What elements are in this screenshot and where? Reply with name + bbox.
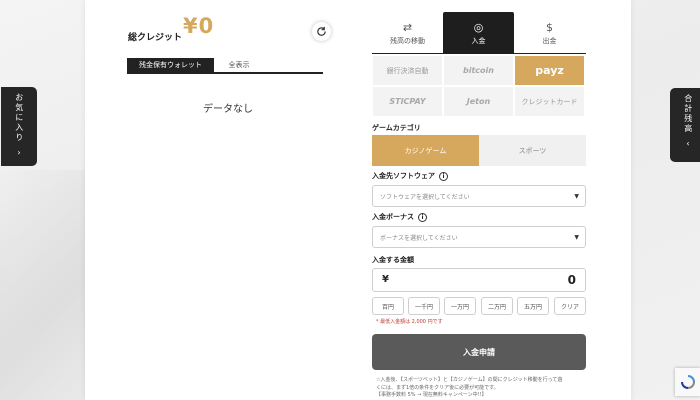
deposit-icon: ◎: [473, 20, 484, 34]
info-icon[interactable]: i: [439, 171, 448, 181]
method-payz[interactable]: payz: [514, 55, 585, 86]
action-tabs: ⇄ 残高の移動 ◎ 入金 $ 出金: [372, 12, 586, 54]
amount-input[interactable]: ¥ 0: [372, 268, 586, 292]
method-bitcoin[interactable]: bitcoin: [443, 55, 514, 86]
total-balance-side-tab[interactable]: 合計残高 ‹: [670, 88, 700, 162]
game-category-label: ゲームカテゴリ: [372, 124, 421, 132]
favorites-label: お気に入り: [14, 93, 24, 143]
footnote-line: くには、まず1倍の条件をクリア後に必要が可能です。: [376, 384, 499, 391]
caret-down-icon: ▼: [574, 193, 579, 200]
quick-amount-50000[interactable]: 五万円: [517, 297, 549, 315]
method-credit-card[interactable]: クレジットカード: [514, 86, 585, 117]
software-placeholder: ソフトウェアを選択してください: [380, 193, 470, 201]
software-label: 入金先ソフトウェア: [372, 172, 435, 180]
software-select[interactable]: ソフトウェアを選択してください ▼: [372, 185, 586, 207]
info-icon[interactable]: i: [418, 212, 427, 222]
footnote-line: 【事務手数料 5% → 現在無料キャンペーン中!!】: [376, 392, 487, 398]
wallet-tabs: 残金保有ウォレット 全表示: [127, 58, 323, 74]
amount-label: 入金する金額: [372, 256, 414, 264]
bonus-label-row: 入金ボーナス i: [372, 212, 427, 222]
game-category-tabs: カジノゲーム スポーツ: [372, 135, 586, 166]
empty-state: データなし: [203, 104, 253, 115]
credit-title: 総クレジット: [128, 33, 183, 43]
clear-button[interactable]: クリア: [554, 297, 586, 315]
recaptcha-icon[interactable]: [675, 368, 700, 396]
amount-value: 0: [567, 273, 576, 287]
credit-amount: ¥0: [183, 14, 215, 38]
quick-amount-buttons: 百円 一千円 一万円 二万円 五万円 クリア: [372, 297, 586, 315]
software-label-row: 入金先ソフトウェア i: [372, 171, 448, 181]
tab-withdraw[interactable]: $ 出金: [514, 12, 585, 54]
total-balance-label: 合計残高: [683, 94, 693, 134]
quick-amount-10000[interactable]: 一万円: [444, 297, 476, 315]
tab-show-all[interactable]: 全表示: [214, 58, 264, 72]
bonus-placeholder: ボーナスを選択してください: [380, 234, 458, 242]
chevron-right-icon: ›: [17, 148, 21, 157]
bonus-label: 入金ボーナス: [372, 213, 414, 221]
tab-held-wallets[interactable]: 残金保有ウォレット: [127, 58, 214, 72]
background-shape: [0, 170, 90, 400]
yen-symbol: ¥: [382, 274, 389, 285]
method-bank-auto[interactable]: 銀行決済自動: [372, 55, 443, 86]
withdraw-icon: $: [546, 20, 553, 34]
transfer-icon: ⇄: [402, 20, 413, 34]
wallet-card: 総クレジット ¥0 残金保有ウォレット 全表示 データなし ⇄ 残高の移動 ◎ …: [85, 0, 631, 400]
category-casino[interactable]: カジノゲーム: [372, 135, 479, 166]
method-sticpay[interactable]: STICPAY: [372, 86, 443, 117]
payment-method-grid: 銀行決済自動 bitcoin payz STICPAY Jeton クレジットカ…: [372, 55, 586, 117]
caret-down-icon: ▼: [574, 234, 579, 241]
chevron-left-icon: ‹: [686, 139, 690, 148]
deposit-footnote: ☆入金後、【スポーツベット】と【カジノゲーム】の間にクレジット移動を行って遊 く…: [376, 377, 590, 400]
method-jeton[interactable]: Jeton: [443, 86, 514, 117]
quick-amount-1000[interactable]: 一千円: [408, 297, 440, 315]
deposit-submit-button[interactable]: 入金申請: [372, 334, 586, 370]
refresh-icon[interactable]: [312, 22, 331, 41]
tab-transfer-label: 残高の移動: [390, 36, 425, 45]
minimum-deposit-note: * 最低入金額は 2,000 円です: [376, 319, 443, 325]
tab-deposit[interactable]: ◎ 入金: [443, 12, 514, 54]
quick-amount-20000[interactable]: 二万円: [481, 297, 513, 315]
bonus-select[interactable]: ボーナスを選択してください ▼: [372, 226, 586, 248]
favorites-side-tab[interactable]: お気に入り ›: [1, 87, 37, 166]
footnote-line: ☆入金後、【スポーツベット】と【カジノゲーム】の間にクレジット移動を行って遊: [376, 377, 563, 383]
tab-withdraw-label: 出金: [542, 36, 557, 45]
tab-deposit-label: 入金: [471, 36, 486, 45]
quick-amount-100[interactable]: 百円: [372, 297, 404, 315]
tab-transfer[interactable]: ⇄ 残高の移動: [372, 12, 443, 54]
category-sports[interactable]: スポーツ: [479, 135, 586, 166]
